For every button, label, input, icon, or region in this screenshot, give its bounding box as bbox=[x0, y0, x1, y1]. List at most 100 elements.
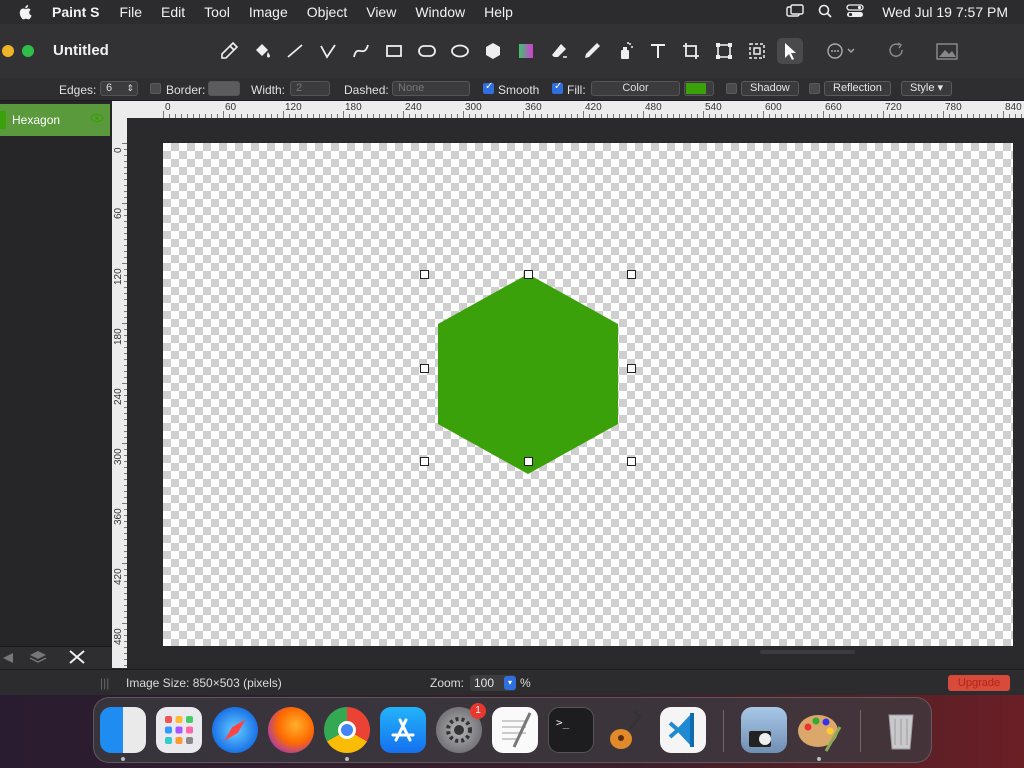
layers-stack-icon[interactable] bbox=[29, 650, 47, 669]
layers-panel: Hexagon bbox=[0, 101, 113, 669]
text-tool[interactable] bbox=[645, 38, 671, 64]
selection-tool[interactable] bbox=[744, 38, 770, 64]
dock-finder-icon[interactable] bbox=[100, 707, 146, 753]
line-icon bbox=[287, 44, 303, 58]
ellipse-tool[interactable] bbox=[447, 38, 473, 64]
gradient-tool[interactable] bbox=[513, 38, 539, 64]
dashed-dropdown[interactable]: None bbox=[392, 81, 470, 96]
crop-tool[interactable] bbox=[678, 38, 704, 64]
image-canvas[interactable] bbox=[163, 143, 1013, 646]
ruler-tick bbox=[823, 111, 824, 118]
dock-textedit-icon[interactable] bbox=[492, 707, 538, 753]
resize-handle-bottom-right[interactable] bbox=[627, 457, 636, 466]
eyedropper-tool[interactable] bbox=[216, 38, 242, 64]
resize-handle-right[interactable] bbox=[627, 364, 636, 373]
menu-object[interactable]: Object bbox=[307, 4, 347, 20]
ruler-label: 120 bbox=[285, 102, 302, 113]
resize-handle-top-right[interactable] bbox=[627, 270, 636, 279]
border-checkbox[interactable] bbox=[150, 83, 161, 94]
screen-mirroring-icon[interactable] bbox=[786, 3, 804, 21]
menu-file[interactable]: File bbox=[119, 4, 142, 20]
pointer-tool[interactable] bbox=[777, 38, 803, 64]
resize-handle-bottom-left[interactable] bbox=[420, 457, 429, 466]
rectangle-tool[interactable] bbox=[381, 38, 407, 64]
shadow-checkbox[interactable] bbox=[726, 83, 737, 94]
resize-handle-left[interactable] bbox=[420, 364, 429, 373]
style-dropdown[interactable]: Style ▾ bbox=[901, 81, 953, 96]
dock-firefox-icon[interactable] bbox=[268, 707, 314, 753]
dock-preview-icon[interactable] bbox=[741, 707, 787, 753]
dock-launchpad-icon[interactable] bbox=[156, 707, 202, 753]
dock-garageband-icon[interactable] bbox=[604, 707, 650, 753]
apple-logo-icon[interactable] bbox=[18, 4, 36, 20]
menu-bar: Paint S File Edit Tool Image Object View… bbox=[0, 0, 1024, 24]
fill-checkbox[interactable] bbox=[552, 81, 563, 94]
polyline-tool[interactable] bbox=[315, 38, 341, 64]
spray-tool[interactable] bbox=[612, 38, 638, 64]
reflection-checkbox[interactable] bbox=[809, 83, 820, 94]
more-tools-dropdown[interactable] bbox=[822, 38, 862, 64]
paint-bucket-tool[interactable] bbox=[249, 38, 275, 64]
layer-back-icon[interactable] bbox=[2, 651, 14, 669]
ruler-tick bbox=[283, 111, 284, 118]
resize-handle-top[interactable] bbox=[524, 270, 533, 279]
pencil-tool[interactable] bbox=[579, 38, 605, 64]
zoom-window-button[interactable] bbox=[22, 45, 34, 57]
resize-handle-bottom[interactable] bbox=[524, 457, 533, 466]
polygon-tool[interactable] bbox=[480, 38, 506, 64]
menu-view[interactable]: View bbox=[366, 4, 396, 20]
border-color-well[interactable] bbox=[208, 81, 240, 96]
control-center-icon[interactable] bbox=[846, 3, 864, 21]
canvas-drawing bbox=[438, 274, 618, 474]
panel-resize-grip-icon[interactable]: ||| bbox=[100, 676, 109, 690]
horizontal-scrollbar[interactable] bbox=[760, 650, 855, 654]
ruler-tick bbox=[643, 111, 644, 118]
dock-trash-icon[interactable] bbox=[878, 707, 924, 753]
dock-terminal-icon[interactable]: >_ bbox=[548, 707, 594, 753]
image-button[interactable] bbox=[932, 38, 962, 64]
transform-tool[interactable] bbox=[711, 38, 737, 64]
running-indicator bbox=[121, 757, 125, 761]
notification-badge: 1 bbox=[470, 703, 486, 719]
edges-stepper[interactable]: 6 ⇕ bbox=[100, 81, 138, 96]
layer-item-hexagon[interactable]: Hexagon bbox=[0, 104, 110, 136]
crop-icon bbox=[683, 43, 699, 59]
redo-button[interactable] bbox=[884, 38, 910, 64]
dock-safari-icon[interactable] bbox=[212, 707, 258, 753]
rounded-rectangle-tool[interactable] bbox=[414, 38, 440, 64]
visibility-eye-icon[interactable] bbox=[90, 112, 104, 126]
width-stepper[interactable]: 2 bbox=[290, 81, 330, 96]
fill-mode-dropdown[interactable]: Color bbox=[591, 81, 680, 96]
menu-window[interactable]: Window bbox=[415, 4, 465, 20]
hexagon-shape[interactable] bbox=[438, 274, 618, 474]
menu-edit[interactable]: Edit bbox=[161, 4, 185, 20]
line-tool[interactable] bbox=[282, 38, 308, 64]
zoom-label: Zoom: bbox=[430, 676, 465, 690]
search-icon[interactable] bbox=[818, 4, 832, 21]
delete-layer-icon[interactable] bbox=[68, 650, 86, 669]
app-menu[interactable]: Paint S bbox=[52, 4, 99, 20]
smooth-label: Smooth bbox=[498, 83, 540, 97]
fill-color-well[interactable] bbox=[684, 81, 714, 96]
dock-vscode-icon[interactable] bbox=[660, 707, 706, 753]
eraser-tool[interactable] bbox=[546, 38, 572, 64]
menu-image[interactable]: Image bbox=[249, 4, 288, 20]
transform-icon bbox=[716, 43, 732, 59]
dock-app-store-icon[interactable] bbox=[380, 707, 426, 753]
menubar-clock[interactable]: Wed Jul 19 7:57 PM bbox=[882, 4, 1008, 20]
upgrade-button[interactable]: Upgrade bbox=[948, 675, 1010, 691]
resize-handle-top-left[interactable] bbox=[420, 270, 429, 279]
dock-paint-s-icon[interactable] bbox=[796, 707, 842, 753]
zoom-dropdown-icon[interactable]: ▾ bbox=[504, 676, 516, 690]
shadow-button[interactable]: Shadow bbox=[741, 81, 799, 96]
text-icon bbox=[651, 44, 665, 58]
edges-value: 6 bbox=[106, 82, 113, 94]
dock-chrome-icon[interactable] bbox=[324, 707, 370, 753]
menu-help[interactable]: Help bbox=[484, 4, 513, 20]
stepper-arrows-icon[interactable]: ⇕ bbox=[126, 82, 134, 95]
smooth-checkbox[interactable] bbox=[483, 81, 494, 94]
curve-tool[interactable] bbox=[348, 38, 374, 64]
menu-tool[interactable]: Tool bbox=[204, 4, 230, 20]
reflection-button[interactable]: Reflection bbox=[824, 81, 891, 96]
minimize-window-button[interactable] bbox=[2, 45, 14, 57]
